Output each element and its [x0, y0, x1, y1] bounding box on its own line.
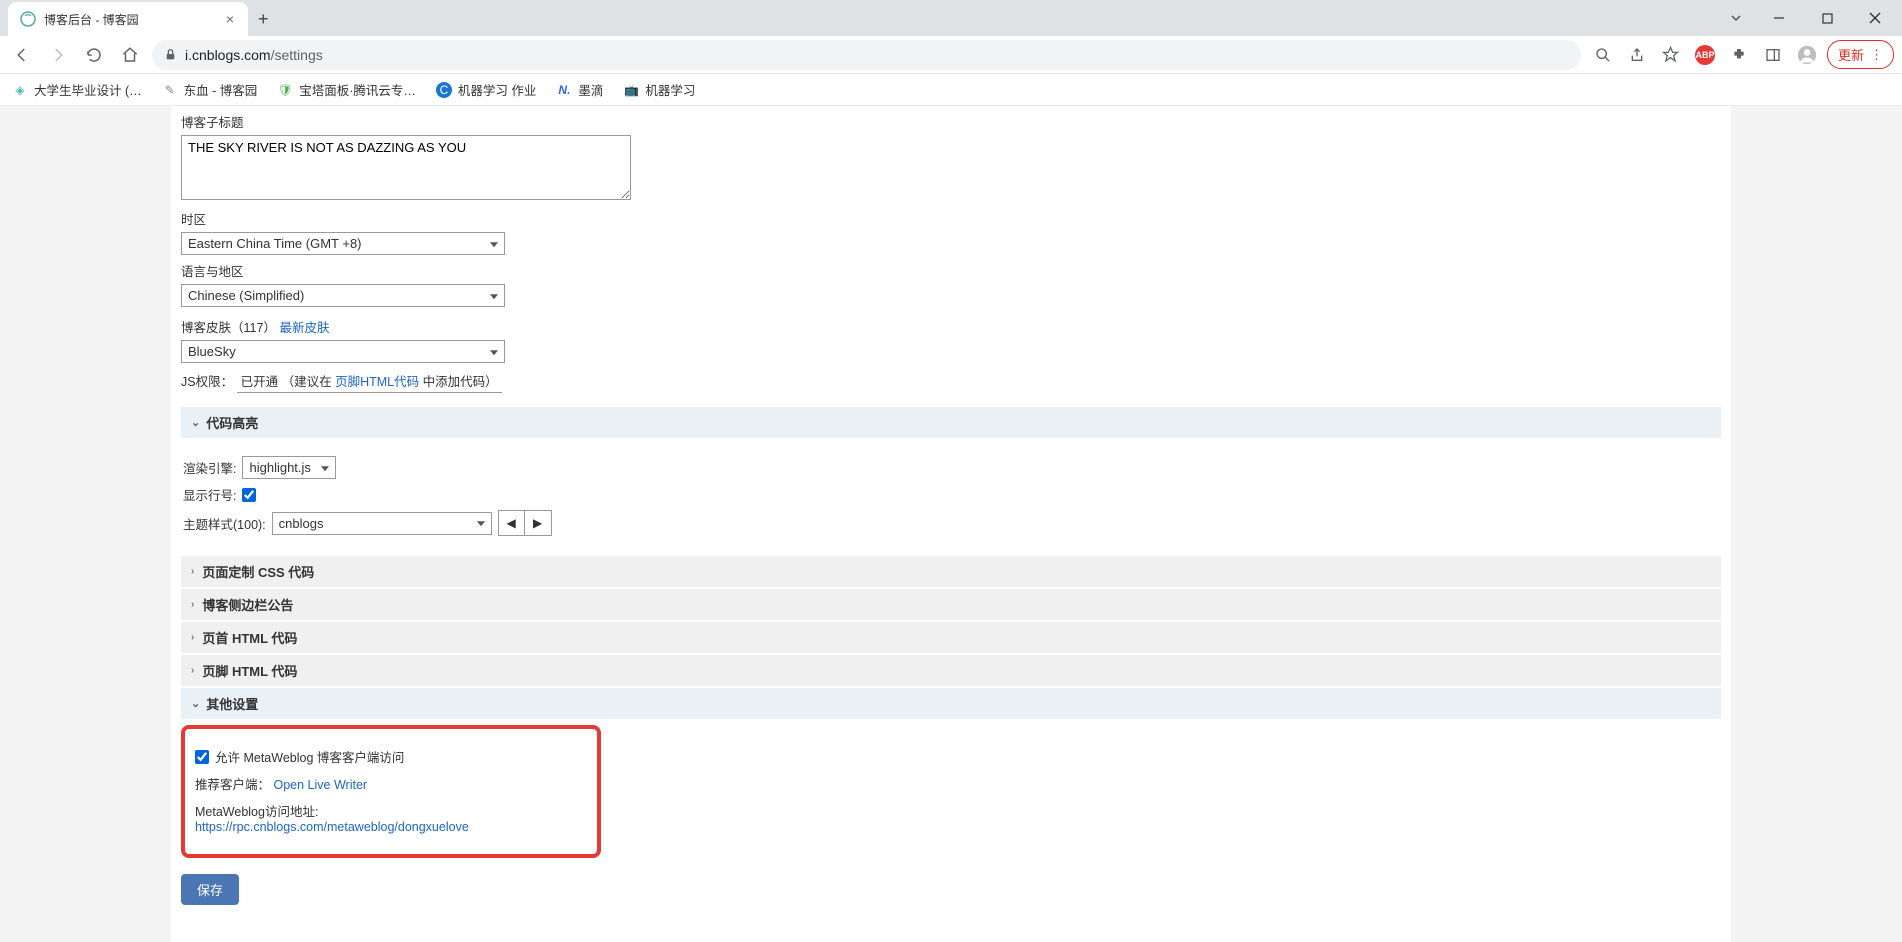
- home-button[interactable]: [116, 41, 144, 69]
- bookmark-item[interactable]: ✎东血 - 博客园: [162, 80, 258, 99]
- save-button[interactable]: 保存: [181, 874, 239, 905]
- theme-style-select[interactable]: cnblogs: [272, 512, 492, 535]
- open-live-writer-link[interactable]: Open Live Writer: [274, 778, 368, 792]
- tab-bar: 博客后台 - 博客园 × +: [0, 0, 1902, 36]
- section-highlight-header[interactable]: ⌄ 代码高亮: [181, 407, 1721, 438]
- js-permission-row: JS权限： 已开通 （建议在 页脚HTML代码 中添加代码）: [181, 371, 1721, 393]
- skin-select[interactable]: BlueSky: [181, 340, 505, 363]
- subtitle-textarea[interactable]: [181, 135, 631, 200]
- url-input[interactable]: i.cnblogs.com/settings: [152, 40, 1581, 70]
- js-status: 已开通: [241, 375, 279, 389]
- new-tab-button[interactable]: +: [248, 3, 279, 36]
- tab-favicon: [20, 11, 36, 27]
- theme-prev-button[interactable]: ◀: [499, 511, 525, 535]
- js-suggest-prefix: （建议在: [282, 375, 335, 389]
- share-icon[interactable]: [1623, 41, 1651, 69]
- section-foot-html-header[interactable]: ›页脚 HTML 代码: [181, 655, 1721, 686]
- browser-tab[interactable]: 博客后台 - 博客园 ×: [8, 2, 248, 36]
- timezone-label: 时区: [181, 209, 1721, 228]
- theme-style-label: 主题样式(100):: [183, 514, 266, 533]
- settings-form: 博客子标题 时区 Eastern China Time (GMT +8) 语言与…: [171, 106, 1731, 942]
- lock-icon: [164, 48, 177, 61]
- metaweblog-addr-label: MetaWeblog访问地址:: [195, 805, 318, 819]
- bookmark-icon: 📺: [623, 82, 639, 98]
- profile-icon[interactable]: [1793, 41, 1821, 69]
- back-button[interactable]: [8, 41, 36, 69]
- extensions-icon[interactable]: [1725, 41, 1753, 69]
- window-minimize-button[interactable]: [1756, 3, 1802, 33]
- window-close-button[interactable]: [1852, 3, 1898, 33]
- chevron-right-icon: ›: [191, 566, 194, 577]
- bookmarks-bar: ◈大学生毕业设计 (… ✎东血 - 博客园 🛡宝塔面板·腾讯云专… C机器学习 …: [0, 74, 1902, 106]
- forward-button[interactable]: [44, 41, 72, 69]
- locale-select[interactable]: Chinese (Simplified): [181, 284, 505, 307]
- bookmark-icon: ✎: [162, 82, 178, 98]
- section-sidebar-header[interactable]: ›博客侧边栏公告: [181, 589, 1721, 620]
- bookmark-item[interactable]: 🛡宝塔面板·腾讯云专…: [277, 80, 416, 99]
- address-bar: i.cnblogs.com/settings ABP 更新⋮: [0, 36, 1902, 74]
- bookmark-icon: ◈: [12, 82, 28, 98]
- section-head-html-header[interactable]: ›页首 HTML 代码: [181, 622, 1721, 653]
- latest-skin-link[interactable]: 最新皮肤: [279, 321, 329, 335]
- js-perm-label: JS权限：: [181, 375, 233, 389]
- render-engine-label: 渲染引擎:: [183, 458, 236, 477]
- bookmark-icon: C: [436, 82, 452, 98]
- chevron-right-icon: ›: [191, 632, 194, 643]
- bookmark-item[interactable]: N.墨滴: [556, 80, 603, 99]
- theme-next-button[interactable]: ▶: [525, 511, 551, 535]
- section-css-header[interactable]: ›页面定制 CSS 代码: [181, 556, 1721, 587]
- section-other-header[interactable]: ⌄ 其他设置: [181, 688, 1721, 719]
- bookmark-icon: N.: [556, 82, 572, 98]
- chevron-right-icon: ›: [191, 599, 194, 610]
- bookmark-item[interactable]: 📺机器学习: [623, 80, 695, 99]
- footer-html-link[interactable]: 页脚HTML代码: [335, 375, 419, 389]
- render-engine-select[interactable]: highlight.js: [242, 456, 335, 479]
- lineno-checkbox[interactable]: [242, 488, 256, 502]
- tab-title: 博客后台 - 博客园: [44, 11, 216, 28]
- reload-button[interactable]: [80, 41, 108, 69]
- bookmark-star-icon[interactable]: [1657, 41, 1685, 69]
- metaweblog-addr-link[interactable]: https://rpc.cnblogs.com/metaweblog/dongx…: [195, 820, 469, 834]
- chevron-right-icon: ›: [191, 665, 194, 676]
- skin-count: （117）: [231, 321, 276, 335]
- window-maximize-button[interactable]: [1804, 3, 1850, 33]
- js-suggest-suffix: 中添加代码）: [419, 375, 497, 389]
- lineno-label: 显示行号:: [183, 485, 236, 504]
- bookmark-icon: 🛡: [277, 82, 293, 98]
- allow-metaweblog-checkbox[interactable]: [195, 750, 209, 764]
- skin-label-row: 博客皮肤（117） 最新皮肤: [181, 317, 1721, 336]
- tab-close-button[interactable]: ×: [224, 11, 236, 27]
- subtitle-label: 博客子标题: [181, 112, 1721, 131]
- page-content: 博客子标题 时区 Eastern China Time (GMT +8) 语言与…: [0, 106, 1902, 942]
- recommended-client-label: 推荐客户端：: [195, 778, 270, 792]
- bookmark-item[interactable]: ◈大学生毕业设计 (…: [12, 80, 142, 99]
- chevron-down-icon: ⌄: [191, 416, 200, 429]
- locale-label: 语言与地区: [181, 261, 1721, 280]
- update-button[interactable]: 更新⋮: [1827, 40, 1894, 69]
- url-text: i.cnblogs.com/settings: [185, 47, 1569, 63]
- timezone-select[interactable]: Eastern China Time (GMT +8): [181, 232, 505, 255]
- tab-dropdown-icon[interactable]: [1718, 11, 1754, 25]
- section-highlight-body: 渲染引擎: highlight.js 显示行号: 主题样式(100): cnbl…: [181, 440, 1721, 556]
- zoom-icon[interactable]: [1589, 41, 1617, 69]
- bookmark-item[interactable]: C机器学习 作业: [436, 80, 536, 99]
- skin-label: 博客皮肤: [181, 321, 231, 335]
- side-panel-icon[interactable]: [1759, 41, 1787, 69]
- chevron-down-icon: ⌄: [191, 697, 200, 710]
- metaweblog-highlight-box: 允许 MetaWeblog 博客客户端访问 推荐客户端： Open Live W…: [181, 725, 601, 858]
- abp-icon[interactable]: ABP: [1691, 41, 1719, 69]
- allow-metaweblog-label: 允许 MetaWeblog 博客客户端访问: [215, 747, 404, 766]
- browser-chrome: 博客后台 - 博客园 × + i.cnblogs.com/settings AB…: [0, 0, 1902, 106]
